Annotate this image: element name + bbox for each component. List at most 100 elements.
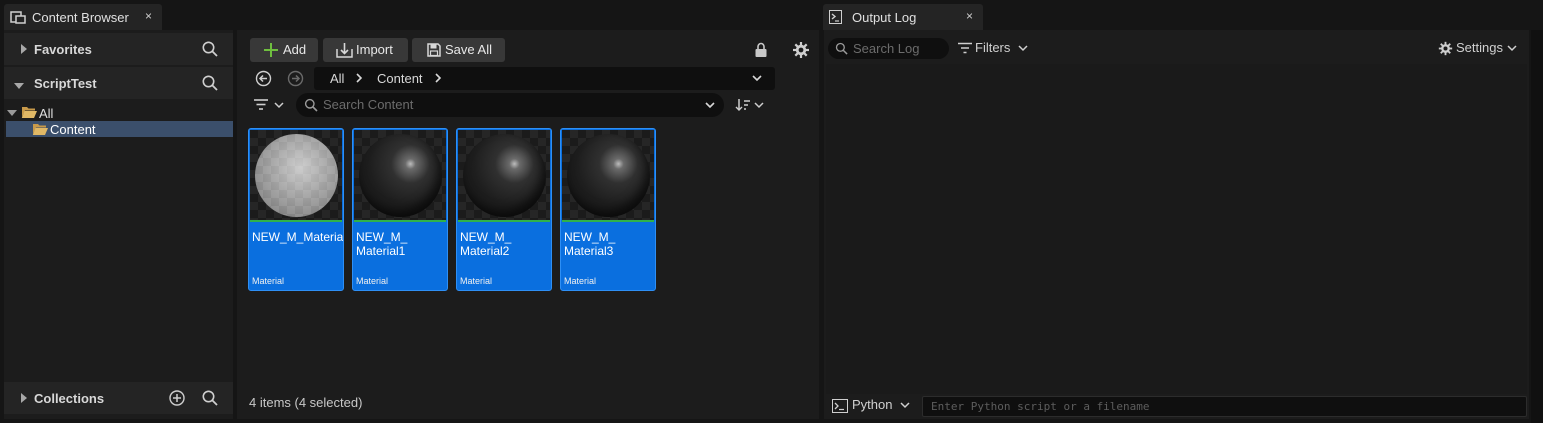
asset-tile[interactable]: NEW_M_Material Material [248, 128, 344, 291]
settings-dropdown[interactable]: Settings [1438, 40, 1520, 56]
python-label: Python [852, 397, 893, 412]
save-all-button-label: Save All [445, 42, 492, 57]
search-placeholder: Search Content [323, 97, 414, 112]
material-sphere-preview [359, 134, 442, 217]
search-icon[interactable] [201, 40, 219, 58]
expand-arrow-icon[interactable] [21, 393, 27, 403]
chevron-right-icon[interactable] [434, 71, 442, 85]
chevron-down-icon[interactable] [704, 99, 716, 111]
settings-gear-icon[interactable] [792, 41, 810, 59]
favorites-header[interactable]: Favorites [4, 33, 233, 65]
chevron-down-icon [1506, 42, 1518, 54]
material-sphere-preview [255, 134, 338, 217]
save-all-button[interactable]: Save All [412, 38, 505, 62]
asset-type: Material [356, 276, 389, 286]
search-icon [835, 42, 848, 55]
output-log-panel: Search Log Filters Settings Python Enter… [824, 30, 1529, 419]
python-input-placeholder: Enter Python script or a filename [931, 400, 1150, 413]
project-label: ScriptTest [34, 75, 97, 91]
favorites-label: Favorites [34, 41, 92, 57]
filter-icon[interactable] [253, 98, 285, 112]
filters-label: Filters [975, 40, 1011, 55]
asset-type: Material [460, 276, 493, 286]
status-text: 4 items (4 selected) [249, 395, 363, 410]
lock-icon[interactable] [754, 42, 768, 58]
filters-dropdown[interactable]: Filters [958, 40, 1030, 57]
settings-gear-icon [1438, 41, 1453, 56]
tree-item-all[interactable]: All [4, 104, 233, 121]
import-button[interactable]: Import [323, 38, 408, 62]
chevron-down-icon [1017, 42, 1029, 54]
asset-type-underline [562, 220, 654, 222]
search-icon[interactable] [201, 389, 219, 407]
output-log-icon [829, 10, 842, 24]
back-arrow-icon[interactable] [255, 70, 272, 87]
asset-tile[interactable]: NEW_M_ Material3 Material [560, 128, 656, 291]
save-icon [427, 43, 441, 57]
asset-type: Material [564, 276, 597, 286]
chevron-right-icon[interactable] [355, 71, 363, 85]
collections-header[interactable]: Collections [4, 382, 233, 414]
tab-output-log[interactable]: Output Log × [823, 4, 983, 30]
breadcrumb-item-content[interactable]: Content [377, 71, 423, 86]
search-icon [304, 98, 318, 112]
python-command-input[interactable]: Enter Python script or a filename [922, 396, 1527, 417]
tree-item-label: Content [50, 122, 96, 137]
tree-item-content[interactable]: Content [6, 121, 233, 137]
content-browser-tabbar: Content Browser × [0, 0, 820, 30]
material-sphere-preview [567, 134, 650, 217]
log-output-area[interactable] [826, 64, 1527, 394]
tab-output-log-label: Output Log [852, 9, 917, 25]
folder-open-icon [21, 105, 37, 119]
asset-thumbnail [562, 130, 654, 220]
tree-item-label: All [39, 106, 54, 121]
output-log-tabbar: Output Log × [820, 0, 1543, 30]
expand-arrow-icon[interactable] [21, 44, 27, 54]
log-search-placeholder: Search Log [853, 41, 920, 56]
asset-type: Material [252, 276, 285, 286]
asset-type-underline [458, 220, 550, 222]
import-button-label: Import [356, 42, 393, 57]
log-search-input[interactable]: Search Log [828, 38, 949, 59]
asset-name: NEW_M_ Material2 [460, 230, 512, 258]
python-mode-dropdown[interactable]: Python [832, 397, 912, 414]
collapse-arrow-icon[interactable] [14, 83, 24, 89]
add-collection-icon[interactable] [168, 389, 186, 407]
collapse-arrow-icon[interactable] [7, 110, 17, 116]
filter-icon [958, 42, 972, 54]
tab-content-browser-label: Content Browser [32, 9, 129, 25]
plus-icon [264, 43, 278, 57]
asset-thumbnail [354, 130, 446, 220]
console-icon [832, 399, 848, 413]
asset-thumbnail [250, 130, 342, 220]
asset-tile[interactable]: NEW_M_ Material1 Material [352, 128, 448, 291]
tab-content-browser[interactable]: Content Browser × [4, 4, 162, 30]
collections-label: Collections [34, 390, 105, 406]
project-header[interactable]: ScriptTest [4, 67, 233, 99]
asset-thumbnail [458, 130, 550, 220]
window-edge [1531, 30, 1543, 423]
asset-type-underline [250, 220, 342, 222]
forward-arrow-icon[interactable] [287, 70, 304, 87]
breadcrumb[interactable]: All Content [314, 67, 775, 90]
content-browser-icon [10, 10, 26, 24]
close-icon[interactable]: × [966, 9, 973, 23]
chevron-down-icon [899, 399, 911, 411]
add-button-label: Add [283, 42, 307, 57]
chevron-down-icon[interactable] [751, 72, 763, 84]
asset-name: NEW_M_ Material1 [356, 230, 408, 258]
material-sphere-preview [463, 134, 546, 217]
search-input[interactable]: Search Content [296, 93, 724, 117]
close-icon[interactable]: × [145, 9, 152, 23]
add-button[interactable]: Add [250, 38, 318, 62]
search-icon[interactable] [201, 74, 219, 92]
import-icon [336, 42, 353, 58]
settings-label: Settings [1456, 40, 1503, 55]
asset-name: NEW_M_Material [252, 230, 344, 244]
asset-name: NEW_M_ Material3 [564, 230, 616, 258]
asset-view-panel: Add Import Save All All Content Search C… [237, 30, 819, 419]
folder-open-icon [32, 122, 48, 136]
sort-icon[interactable] [735, 97, 767, 113]
breadcrumb-item-all[interactable]: All [330, 71, 344, 86]
asset-tile[interactable]: NEW_M_ Material2 Material [456, 128, 552, 291]
